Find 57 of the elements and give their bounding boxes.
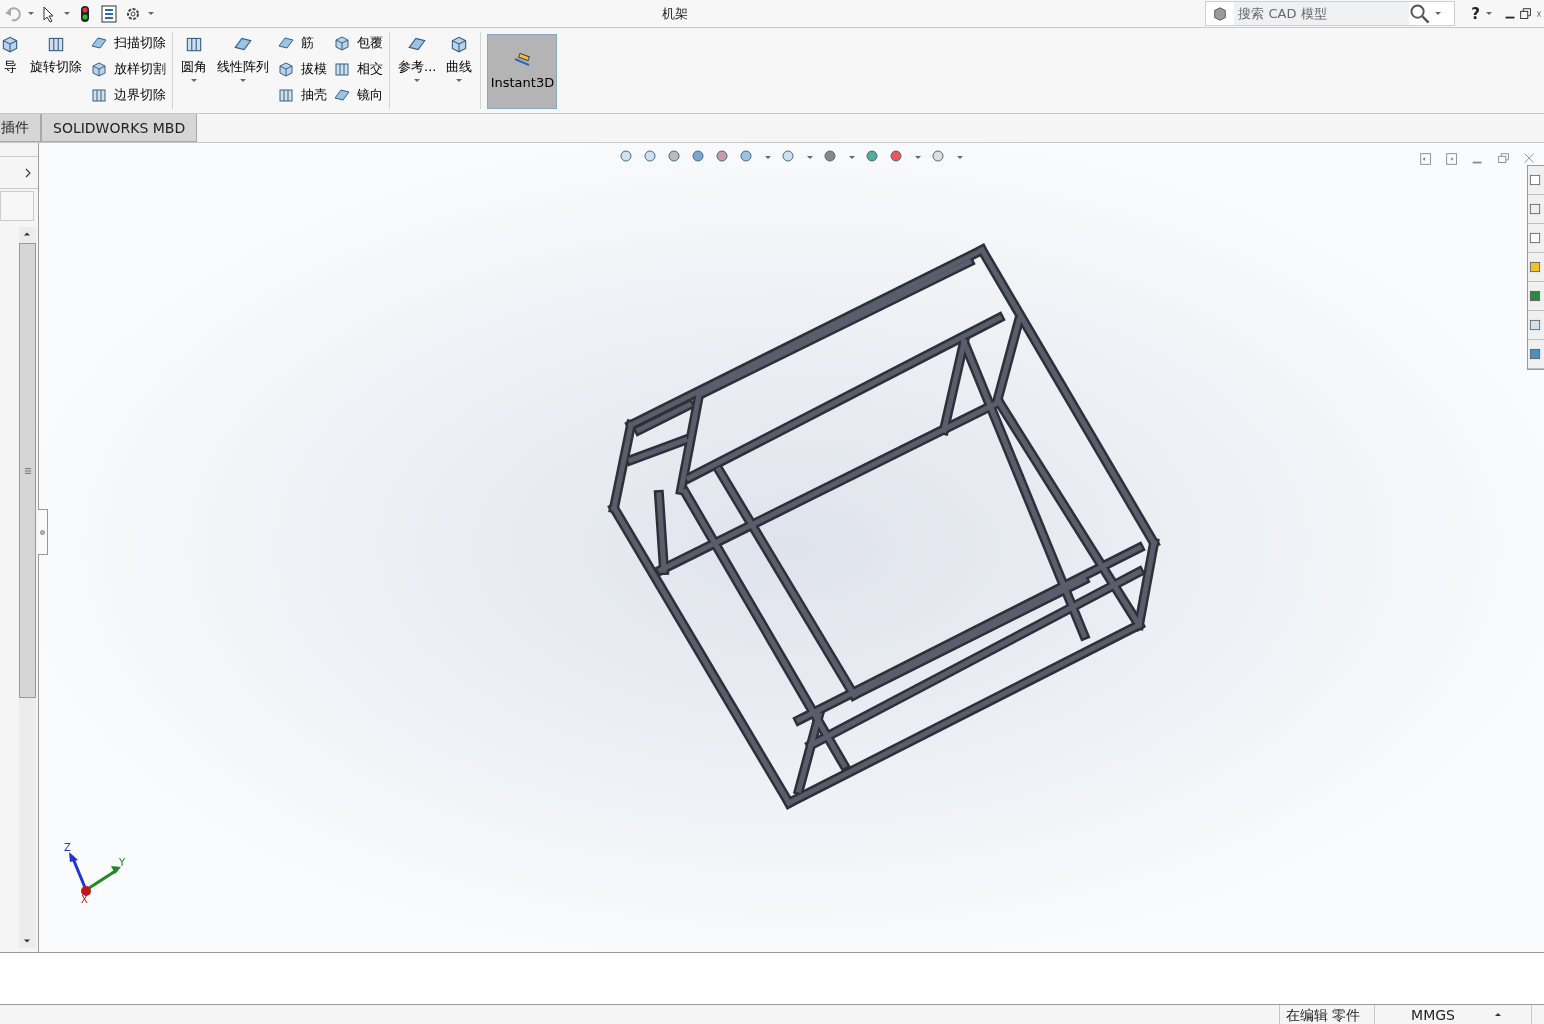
caret-icon[interactable] — [849, 155, 855, 159]
caret-icon[interactable] — [807, 155, 813, 159]
list-icon[interactable] — [100, 4, 118, 23]
feature-icon — [90, 60, 108, 78]
ribbon-button[interactable]: 拔模 — [277, 58, 327, 80]
tab[interactable]: 插件 — [0, 114, 41, 142]
caret-icon[interactable] — [1435, 12, 1442, 15]
feature-icon — [90, 34, 108, 52]
caret-icon[interactable] — [148, 12, 154, 15]
ribbon-button[interactable]: 扫描切除 — [90, 32, 166, 54]
instant3d-button[interactable]: Instant3D — [487, 34, 558, 109]
panel-collapse-handle[interactable] — [38, 509, 48, 555]
feature-icon — [0, 34, 20, 54]
ribbon-button[interactable]: 旋转切除 — [28, 32, 84, 109]
feature-icon — [333, 86, 351, 104]
caret-icon[interactable] — [765, 155, 771, 159]
feature-icon — [277, 60, 295, 78]
ribbon-button[interactable]: 放样切割 — [90, 58, 166, 80]
ribbon-button[interactable]: 曲线 — [444, 32, 475, 109]
undo-icon[interactable] — [4, 4, 22, 23]
input-field[interactable] — [0, 191, 34, 221]
caret-icon[interactable] — [1486, 12, 1492, 15]
status-text: 在编辑 零件 — [1278, 1005, 1367, 1024]
ribbon-button[interactable]: 相交 — [333, 58, 383, 80]
search-field[interactable]: 搜索 CAD 模型 — [1205, 1, 1456, 26]
caret-icon[interactable] — [957, 155, 963, 159]
scroll-thumb[interactable] — [19, 243, 36, 698]
ribbon-button[interactable]: 包覆 — [333, 32, 383, 54]
tab[interactable]: SOLIDWORKS MBD — [41, 114, 198, 142]
tile-right-icon[interactable] — [1444, 151, 1460, 167]
tile-left-icon[interactable] — [1418, 151, 1434, 167]
caret-icon[interactable] — [1495, 1013, 1501, 1016]
axis-triad-drawing: Z Y X — [64, 842, 126, 905]
ribbon-button[interactable]: 线性阵列 — [215, 32, 271, 109]
ribbon-button[interactable]: 抽壳 — [277, 84, 327, 106]
window-title: 机架 — [661, 4, 689, 23]
feature-icon — [277, 86, 295, 104]
feature-icon — [90, 86, 108, 104]
scrollbar[interactable] — [19, 227, 36, 948]
ribbon-button[interactable]: 圆角 — [179, 32, 209, 109]
feature-icon — [333, 34, 351, 52]
graphics-viewport[interactable]: Z Y X — [39, 143, 1544, 952]
ribbon-button[interactable]: 镜向 — [333, 84, 383, 106]
search-icon[interactable] — [1409, 2, 1432, 25]
feature-icon — [277, 34, 295, 52]
ribbon-button[interactable]: 边界切除 — [90, 84, 166, 106]
feature-icon — [333, 60, 351, 78]
ribbon-button[interactable]: 筋 — [277, 32, 327, 54]
caret-icon[interactable] — [64, 12, 70, 15]
cube-icon — [1212, 5, 1229, 22]
units-selector[interactable]: MMGS — [1374, 1005, 1531, 1024]
caret-icon[interactable] — [28, 12, 34, 15]
caret-icon[interactable] — [915, 155, 921, 159]
restore-icon[interactable] — [1518, 5, 1534, 22]
ribbon-button[interactable]: 参考... — [396, 32, 439, 109]
ribbon-button[interactable]: 导 — [0, 32, 22, 109]
help-button[interactable]: ? — [1471, 4, 1480, 23]
